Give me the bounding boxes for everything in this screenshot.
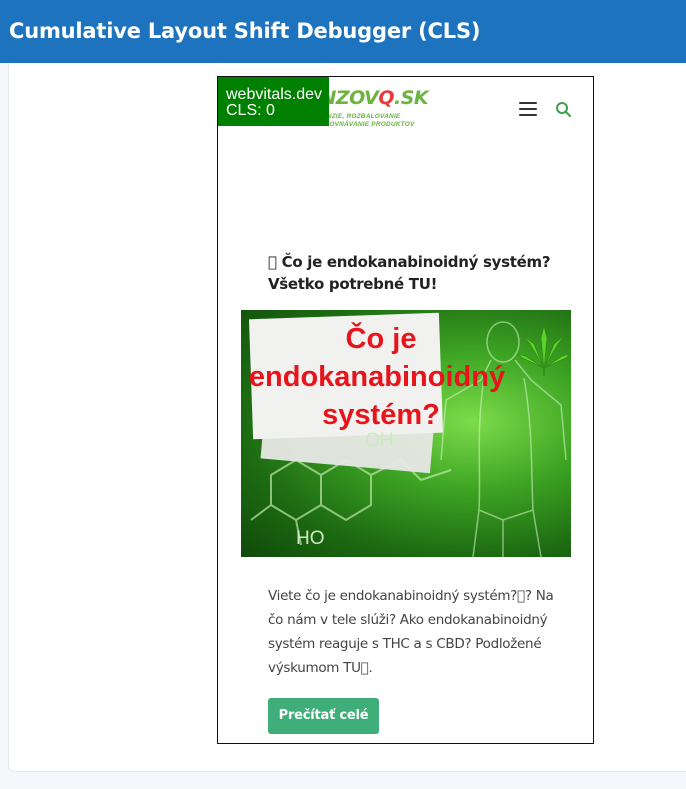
hamburger-menu-icon[interactable] [519,102,537,116]
molecule-label-ho: HO [296,528,325,549]
overlay-cls-value: CLS: 0 [226,102,275,119]
read-more-button[interactable]: Prečítať celé [268,698,379,734]
post-featured-image[interactable]: Čo je endokanabinoidný systém? OH HO [241,310,571,557]
cannabis-leaf-icon [518,325,570,376]
app-header: Cumulative Layout Shift Debugger (CLS) [0,0,686,63]
mobile-preview-frame: ENZOVQ.SK RECENZIE, ROZBALOVANIE A POROV… [217,76,594,744]
post-title[interactable]:   Čo je endokanabinoidný systém? Všetko … [268,251,558,295]
cls-overlay-badge: webvitals.dev CLS: 0 [218,77,329,126]
overlay-site-label: webvitals.dev [226,86,323,103]
search-icon[interactable] [555,101,571,117]
post-excerpt: Viete čo je endokanabinoidný systém? ? N… [268,588,554,676]
image-headline: Čo je endokanabinoidný systém? [248,323,506,431]
molecule-label-oh: OH [365,430,394,451]
app-title: Cumulative Layout Shift Debugger (CLS) [9,19,481,43]
